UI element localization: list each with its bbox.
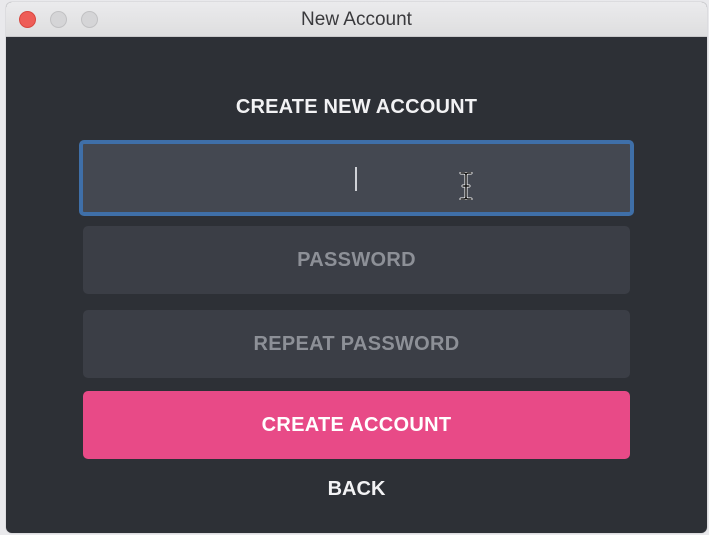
back-button[interactable]: BACK (6, 478, 707, 501)
password-placeholder: PASSWORD (297, 249, 416, 271)
new-account-window: New Account CREATE NEW ACCOUNT PASSWORD … (6, 2, 707, 533)
create-account-button[interactable]: CREATE ACCOUNT (83, 391, 630, 459)
repeat-password-field[interactable]: REPEAT PASSWORD (83, 310, 630, 378)
repeat-password-placeholder: REPEAT PASSWORD (253, 333, 460, 355)
window-title: New Account (301, 9, 412, 30)
password-field[interactable]: PASSWORD (83, 226, 630, 294)
username-field[interactable] (79, 140, 634, 216)
text-caret (355, 167, 357, 191)
text-cursor-icon (459, 172, 473, 200)
account-form: CREATE NEW ACCOUNT PASSWORD REPEAT PASSW… (6, 37, 707, 533)
title-bar[interactable]: New Account (6, 2, 707, 37)
form-heading: CREATE NEW ACCOUNT (235, 96, 478, 118)
